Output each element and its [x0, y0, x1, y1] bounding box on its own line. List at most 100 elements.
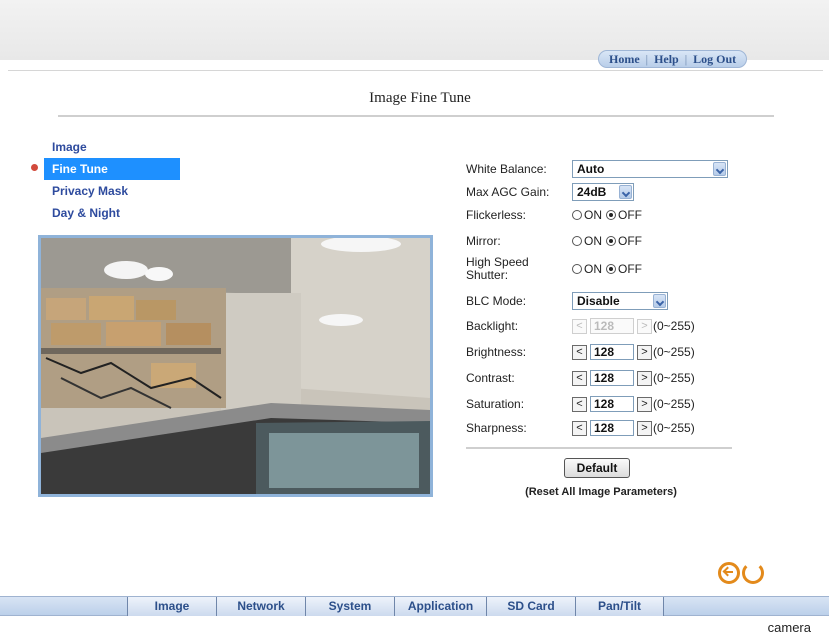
- help-link[interactable]: Help: [648, 52, 685, 67]
- reset-note: (Reset All Image Parameters): [525, 486, 677, 498]
- high-speed-shutter-label: High Speed Shutter:: [466, 256, 572, 282]
- brightness-value[interactable]: 128: [590, 344, 634, 360]
- backlight-label: Backlight:: [466, 318, 519, 333]
- contrast-value[interactable]: 128: [590, 370, 634, 386]
- mirror-off-label: OFF: [618, 234, 642, 248]
- sharpness-value[interactable]: 128: [590, 420, 634, 436]
- corner-icons: [718, 562, 764, 584]
- saturation-label: Saturation:: [466, 396, 525, 411]
- brightness-increase-button[interactable]: >: [637, 344, 652, 360]
- max-agc-gain-value: 24dB: [577, 185, 607, 199]
- top-nav: Home | Help | Log Out: [598, 50, 748, 68]
- high-speed-shutter-radio-group: ON OFF: [572, 262, 642, 276]
- chevron-down-icon: [653, 294, 666, 308]
- high-speed-shutter-on-label: ON: [584, 262, 602, 276]
- flickerless-on-radio[interactable]: [572, 210, 582, 220]
- mirror-off-radio[interactable]: [606, 236, 616, 246]
- backlight-decrease-button: <: [572, 318, 587, 334]
- sidebar-item-privacy-mask[interactable]: Privacy Mask: [44, 180, 184, 202]
- saturation-stepper: < 128 >: [572, 396, 652, 412]
- title-divider: [58, 115, 774, 117]
- high-speed-shutter-off-radio[interactable]: [606, 264, 616, 274]
- mirror-label: Mirror:: [466, 233, 501, 248]
- active-bullet-icon: [31, 164, 38, 171]
- tab-network[interactable]: Network: [216, 597, 305, 616]
- flickerless-off-label: OFF: [618, 208, 642, 222]
- brightness-row: Brightness: < 128 > (0~255): [466, 344, 695, 360]
- contrast-decrease-button[interactable]: <: [572, 370, 587, 386]
- white-balance-label: White Balance:: [466, 161, 547, 176]
- saturation-decrease-button[interactable]: <: [572, 396, 587, 412]
- mirror-on-radio[interactable]: [572, 236, 582, 246]
- flickerless-radio-group: ON OFF: [572, 208, 642, 222]
- backlight-increase-button: >: [637, 318, 652, 334]
- sharpness-range: (0~255): [653, 421, 695, 435]
- blc-mode-value: Disable: [577, 294, 620, 308]
- mirror-on-label: ON: [584, 234, 602, 248]
- high-speed-shutter-row: High Speed Shutter: ON OFF: [466, 256, 642, 282]
- backlight-range: (0~255): [653, 319, 695, 333]
- max-agc-gain-select[interactable]: 24dB: [572, 183, 634, 201]
- page-title: Image Fine Tune: [369, 90, 471, 106]
- sidebar-item-fine-tune[interactable]: Fine Tune: [44, 158, 180, 180]
- chevron-down-icon: [619, 185, 632, 199]
- tab-sd-card[interactable]: SD Card: [486, 597, 575, 616]
- tab-image[interactable]: Image: [127, 597, 216, 616]
- tab-application[interactable]: Application: [394, 597, 486, 616]
- blc-mode-label: BLC Mode:: [466, 293, 527, 308]
- chevron-down-icon: [713, 162, 726, 176]
- bottom-tabs: Image Network System Application SD Card…: [127, 597, 664, 616]
- backlight-row: Backlight: < 128 > (0~255): [466, 318, 695, 334]
- home-link[interactable]: Home: [603, 52, 646, 67]
- backlight-value: 128: [590, 318, 634, 334]
- tab-system[interactable]: System: [305, 597, 394, 616]
- sharpness-label: Sharpness:: [466, 420, 527, 435]
- max-agc-gain-label: Max AGC Gain:: [466, 184, 550, 199]
- form-divider: [466, 447, 732, 449]
- flickerless-on-label: ON: [584, 208, 602, 222]
- sharpness-row: Sharpness: < 128 > (0~255): [466, 420, 695, 436]
- contrast-range: (0~255): [653, 371, 695, 385]
- brightness-label: Brightness:: [466, 344, 527, 359]
- footer-label: camera: [767, 620, 811, 635]
- high-speed-shutter-label-line2: Shutter:: [466, 268, 509, 282]
- flickerless-off-radio[interactable]: [606, 210, 616, 220]
- contrast-stepper: < 128 >: [572, 370, 652, 386]
- saturation-range: (0~255): [653, 397, 695, 411]
- mirror-row: Mirror: ON OFF: [466, 234, 642, 248]
- high-speed-shutter-on-radio[interactable]: [572, 264, 582, 274]
- back-arrow-icon[interactable]: [718, 562, 740, 584]
- high-speed-shutter-off-label: OFF: [618, 262, 642, 276]
- default-button[interactable]: Default: [564, 458, 630, 478]
- white-balance-value: Auto: [577, 162, 605, 176]
- sidebar-item-image[interactable]: Image: [44, 136, 184, 158]
- backlight-stepper: < 128 >: [572, 318, 652, 334]
- sidebar-item-day-night[interactable]: Day & Night: [44, 202, 184, 224]
- flickerless-label: Flickerless:: [466, 207, 527, 222]
- saturation-row: Saturation: < 128 > (0~255): [466, 396, 695, 412]
- white-balance-row: White Balance: Auto: [466, 160, 728, 178]
- brightness-decrease-button[interactable]: <: [572, 344, 587, 360]
- logout-link[interactable]: Log Out: [687, 52, 742, 67]
- camera-preview[interactable]: [38, 235, 433, 497]
- sharpness-stepper: < 128 >: [572, 420, 652, 436]
- camera-preview-image: [41, 238, 430, 494]
- blc-mode-select[interactable]: Disable: [572, 292, 668, 310]
- brightness-range: (0~255): [653, 345, 695, 359]
- max-agc-gain-row: Max AGC Gain: 24dB: [466, 183, 634, 201]
- brightness-stepper: < 128 >: [572, 344, 652, 360]
- mirror-radio-group: ON OFF: [572, 234, 642, 248]
- white-balance-select[interactable]: Auto: [572, 160, 728, 178]
- blc-mode-row: BLC Mode: Disable: [466, 292, 668, 310]
- contrast-increase-button[interactable]: >: [637, 370, 652, 386]
- refresh-icon[interactable]: [742, 562, 764, 584]
- saturation-increase-button[interactable]: >: [637, 396, 652, 412]
- contrast-label: Contrast:: [466, 370, 515, 385]
- sharpness-decrease-button[interactable]: <: [572, 420, 587, 436]
- flickerless-row: Flickerless: ON OFF: [466, 208, 642, 222]
- tab-pan-tilt[interactable]: Pan/Tilt: [575, 597, 664, 616]
- sharpness-increase-button[interactable]: >: [637, 420, 652, 436]
- contrast-row: Contrast: < 128 > (0~255): [466, 370, 695, 386]
- side-menu: Image Fine Tune Privacy Mask Day & Night: [44, 136, 184, 224]
- saturation-value[interactable]: 128: [590, 396, 634, 412]
